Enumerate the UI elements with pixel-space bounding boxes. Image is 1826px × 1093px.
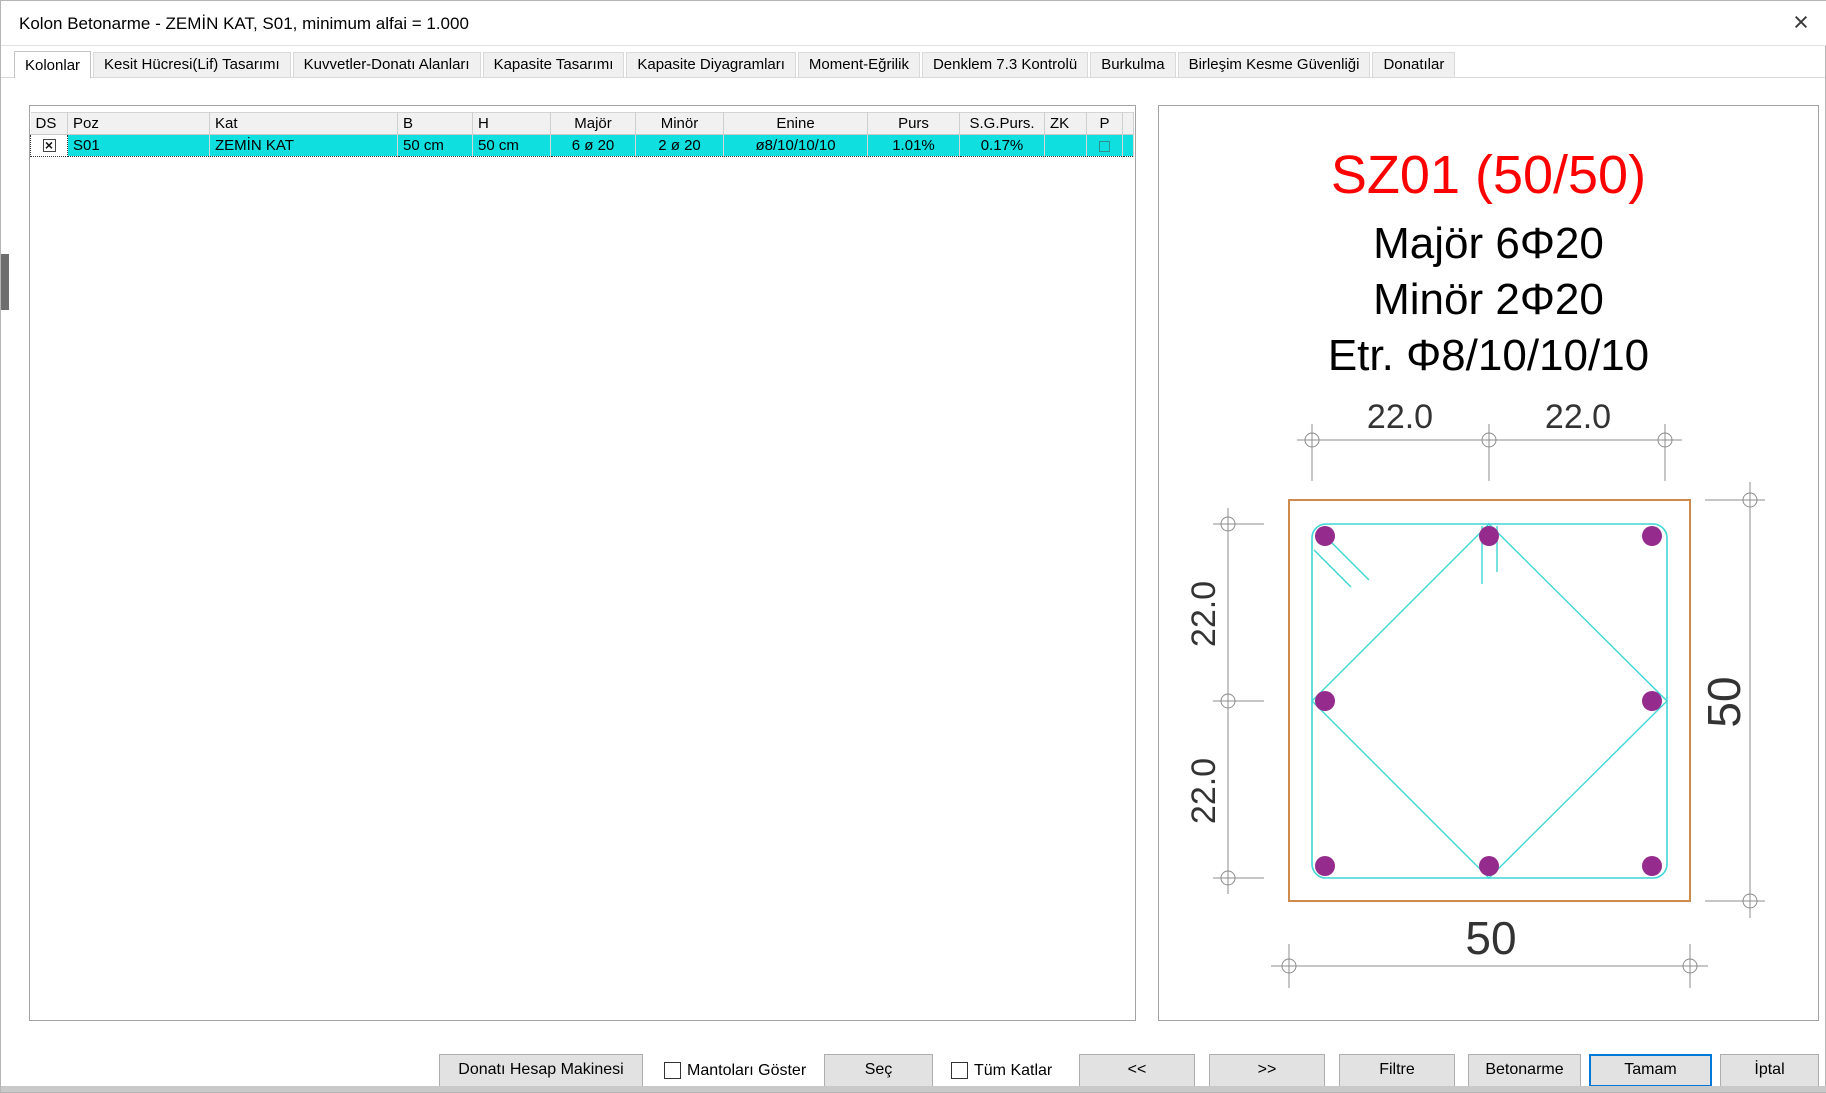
tab-strip: Kolonlar Kesit Hücresi(Lif) Tasarımı Kuv… xyxy=(1,52,1825,78)
col-header-p[interactable]: P xyxy=(1087,113,1123,135)
dim-label-bottom: 50 xyxy=(1465,912,1516,964)
tab-kuvvetler-donati-alanlari[interactable]: Kuvvetler-Donatı Alanları xyxy=(293,52,481,77)
major-cell: 6 ø 20 xyxy=(551,135,636,157)
sec-button[interactable]: Seç xyxy=(824,1054,933,1087)
rebar-dot xyxy=(1315,856,1335,876)
rebar-dot xyxy=(1642,691,1662,711)
enine-cell: ø8/10/10/10 xyxy=(724,135,868,157)
background-artifact xyxy=(1,254,9,310)
mantolari-goster-label: Mantoları Göster xyxy=(687,1062,806,1080)
kolon-betonarme-dialog: { "window": { "title": "Kolon Betonarme … xyxy=(0,0,1826,1093)
kat-cell: ZEMİN KAT xyxy=(210,135,398,157)
tab-kesit-hucresi-lif-tasarimi[interactable]: Kesit Hücresi(Lif) Tasarımı xyxy=(93,52,291,77)
donati-hesap-makinesi-button[interactable]: Donatı Hesap Makinesi xyxy=(439,1054,643,1087)
dim-label-right: 50 xyxy=(1698,676,1750,727)
col-header-poz[interactable]: Poz xyxy=(68,113,210,135)
filtre-button[interactable]: Filtre xyxy=(1339,1054,1455,1087)
tab-kolonlar[interactable]: Kolonlar xyxy=(14,51,91,78)
b-cell: 50 cm xyxy=(398,135,473,157)
col-header-h[interactable]: H xyxy=(473,113,551,135)
dim-label-top-right: 22.0 xyxy=(1545,398,1611,436)
tab-donatilar[interactable]: Donatılar xyxy=(1372,52,1455,77)
col-header-enine[interactable]: Enine xyxy=(724,113,868,135)
filler-cell xyxy=(1123,135,1134,157)
table-header-row: DS Poz Kat B H Majör Minör Enine Purs S.… xyxy=(31,113,1134,135)
col-header-major[interactable]: Majör xyxy=(551,113,636,135)
betonarme-button[interactable]: Betonarme xyxy=(1468,1054,1581,1087)
dim-label-left-top: 22.0 xyxy=(1185,581,1223,647)
tab-kapasite-diyagramlari[interactable]: Kapasite Diyagramları xyxy=(626,52,796,77)
next-button[interactable]: >> xyxy=(1209,1054,1325,1087)
col-header-zk[interactable]: ZK xyxy=(1045,113,1087,135)
iptal-button[interactable]: İptal xyxy=(1720,1054,1819,1087)
section-drawing-panel: SZ01 (50/50) Majör 6Φ20 Minör 2Φ20 Etr. … xyxy=(1158,105,1819,1021)
col-header-kat[interactable]: Kat xyxy=(210,113,398,135)
tamam-button[interactable]: Tamam xyxy=(1589,1054,1712,1087)
col-header-ds[interactable]: DS xyxy=(31,113,68,135)
col-header-filler xyxy=(1123,113,1134,135)
section-drawing: 22.0 22.0 22.0 22.0 50 50 xyxy=(1159,106,1818,1020)
zk-cell xyxy=(1045,135,1087,157)
table-row-s01[interactable]: × S01 ZEMİN KAT 50 cm 50 cm 6 ø 20 2 ø 2… xyxy=(31,135,1134,157)
window-title: Kolon Betonarme - ZEMİN KAT, S01, minimu… xyxy=(19,14,469,34)
p-checkbox-unchecked[interactable] xyxy=(1099,141,1110,152)
col-header-b[interactable]: B xyxy=(398,113,473,135)
rebar-dot xyxy=(1479,856,1499,876)
tab-birlesim-kesme-guvenligi[interactable]: Birleşim Kesme Güvenliği xyxy=(1178,52,1371,77)
rebar-dot xyxy=(1479,526,1499,546)
rebar-dot xyxy=(1315,526,1335,546)
dim-label-top-left: 22.0 xyxy=(1367,398,1433,436)
tab-moment-egrilik[interactable]: Moment-Eğrilik xyxy=(798,52,920,77)
h-cell: 50 cm xyxy=(473,135,551,157)
col-header-purs[interactable]: Purs xyxy=(868,113,960,135)
tab-burkulma[interactable]: Burkulma xyxy=(1090,52,1175,77)
dimension-top xyxy=(1297,424,1682,481)
tab-kapasite-tasarimi[interactable]: Kapasite Tasarımı xyxy=(483,52,625,77)
rebar-dot xyxy=(1315,691,1335,711)
col-header-minor[interactable]: Minör xyxy=(636,113,724,135)
col-header-sg-purs[interactable]: S.G.Purs. xyxy=(960,113,1045,135)
dim-label-left-bottom: 22.0 xyxy=(1185,758,1223,824)
title-bar: Kolon Betonarme - ZEMİN KAT, S01, minimu… xyxy=(1,1,1826,46)
p-cell[interactable] xyxy=(1087,135,1123,157)
previous-button[interactable]: << xyxy=(1079,1054,1195,1087)
mantolari-goster-checkbox[interactable] xyxy=(664,1062,681,1079)
close-icon[interactable]: × xyxy=(1783,7,1819,39)
stirrup-hooks xyxy=(1314,526,1497,587)
tab-denklem-73-kontrolu[interactable]: Denklem 7.3 Kontrolü xyxy=(922,52,1088,77)
rebar-dot xyxy=(1642,526,1662,546)
poz-cell: S01 xyxy=(68,135,210,157)
column-table: DS Poz Kat B H Majör Minör Enine Purs S.… xyxy=(30,112,1134,157)
dimension-left xyxy=(1213,508,1264,894)
ds-cell[interactable]: × xyxy=(31,135,68,157)
purs-cell: 1.01% xyxy=(868,135,960,157)
minor-cell: 2 ø 20 xyxy=(636,135,724,157)
ds-checkbox-checked[interactable]: × xyxy=(43,139,56,152)
tum-katlar-label: Tüm Katlar xyxy=(974,1062,1052,1080)
rebar-dot xyxy=(1642,856,1662,876)
tum-katlar-checkbox[interactable] xyxy=(951,1062,968,1079)
dialog-bottom-edge xyxy=(1,1086,1826,1092)
sg-purs-cell: 0.17% xyxy=(960,135,1045,157)
column-list-panel: DS Poz Kat B H Majör Minör Enine Purs S.… xyxy=(29,105,1136,1021)
